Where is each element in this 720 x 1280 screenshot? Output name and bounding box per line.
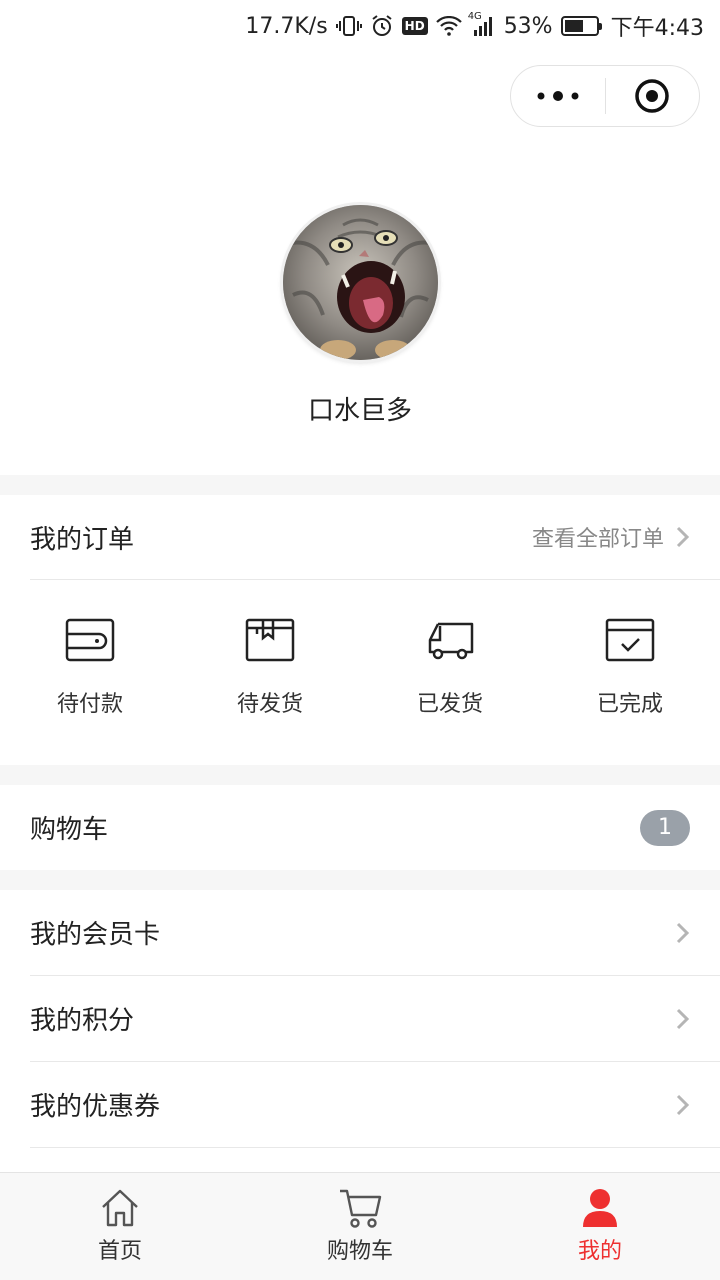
cart-icon bbox=[340, 1189, 382, 1228]
order-status-label: 待付款 bbox=[56, 692, 123, 717]
chevron-right-icon bbox=[676, 1008, 690, 1029]
network-type: 4G bbox=[467, 11, 482, 22]
order-status-group: 待付款 待发货 已发货 已完成 bbox=[0, 580, 720, 765]
section-gap bbox=[0, 475, 720, 495]
menu-item-label: 我的会员卡 bbox=[30, 920, 161, 950]
menu-item-label: 我的积分 bbox=[30, 1006, 135, 1036]
order-status-label: 待发货 bbox=[236, 692, 303, 717]
package-icon bbox=[245, 618, 295, 662]
tab-profile[interactable]: 我的 bbox=[480, 1173, 720, 1280]
section-gap bbox=[0, 870, 720, 890]
order-status-shipped[interactable]: 已发货 bbox=[360, 580, 540, 765]
user-icon bbox=[583, 1189, 617, 1227]
battery-icon bbox=[560, 16, 602, 36]
avatar[interactable] bbox=[283, 205, 438, 360]
signal-icon: 4G bbox=[468, 11, 496, 37]
orders-title: 我的订单 bbox=[30, 524, 135, 555]
orders-header: 我的订单 查看全部订单 bbox=[0, 495, 720, 579]
tab-bar: 首页 购物车 我的 bbox=[0, 1172, 720, 1280]
target-circle-icon bbox=[635, 79, 669, 113]
order-status-unpaid[interactable]: 待付款 bbox=[0, 580, 180, 765]
order-status-label: 已完成 bbox=[596, 692, 663, 717]
order-status-to-ship[interactable]: 待发货 bbox=[180, 580, 360, 765]
chevron-right-icon bbox=[676, 526, 690, 548]
menu-item-label: 我的优惠券 bbox=[30, 1092, 161, 1122]
username: 口水巨多 bbox=[307, 396, 412, 426]
cart-row[interactable]: 购物车 1 bbox=[0, 785, 720, 870]
view-all-orders-label: 查看全部订单 bbox=[531, 527, 664, 552]
view-all-orders-link[interactable]: 查看全部订单 bbox=[532, 521, 690, 553]
menu-item-right bbox=[676, 922, 690, 944]
tab-label: 首页 bbox=[97, 1239, 142, 1264]
truck-icon bbox=[428, 622, 474, 660]
divider bbox=[30, 1147, 720, 1148]
more-button[interactable] bbox=[511, 66, 605, 126]
wifi-icon bbox=[435, 16, 462, 36]
cart-row-right: 1 bbox=[640, 809, 690, 846]
close-miniprogram-button[interactable] bbox=[606, 66, 700, 126]
status-bar: 17.7K/s HD 4G 53% 下午4:43 bbox=[0, 0, 720, 52]
order-status-completed[interactable]: 已完成 bbox=[540, 580, 720, 765]
menu-item-coupons[interactable]: 我的优惠券 bbox=[0, 1062, 720, 1147]
order-status-label: 已发货 bbox=[416, 692, 483, 717]
tab-label: 我的 bbox=[577, 1239, 622, 1264]
tab-home[interactable]: 首页 bbox=[0, 1173, 240, 1280]
menu-item-member-card[interactable]: 我的会员卡 bbox=[0, 890, 720, 975]
chevron-right-icon bbox=[676, 1094, 690, 1115]
hd-badge: HD bbox=[401, 17, 428, 35]
profile-page: 17.7K/s HD 4G 53% 下午4:43 口水巨多 我的订单 查看全部订… bbox=[0, 0, 720, 1280]
chevron-right-icon bbox=[676, 922, 690, 943]
menu-item-right bbox=[676, 1008, 690, 1030]
completed-icon bbox=[605, 618, 655, 662]
more-dots-icon bbox=[537, 91, 579, 101]
home-icon bbox=[102, 1189, 138, 1227]
cart-row-title: 购物车 bbox=[30, 815, 109, 845]
menu-item-right bbox=[676, 1094, 690, 1116]
cat-avatar-icon bbox=[283, 205, 438, 360]
cart-count-badge: 1 bbox=[640, 809, 690, 846]
vibrate-icon bbox=[335, 15, 362, 37]
tab-label: 购物车 bbox=[326, 1239, 393, 1264]
miniprogram-capsule bbox=[510, 65, 700, 127]
menu-item-points[interactable]: 我的积分 bbox=[0, 976, 720, 1061]
wallet-icon bbox=[65, 618, 115, 662]
battery-percent: 53% bbox=[503, 13, 553, 39]
section-gap bbox=[0, 765, 720, 785]
clock: 下午4:43 bbox=[610, 16, 704, 41]
tab-cart[interactable]: 购物车 bbox=[240, 1173, 480, 1280]
network-speed: 17.7K/s bbox=[245, 13, 328, 39]
alarm-icon bbox=[370, 14, 394, 38]
